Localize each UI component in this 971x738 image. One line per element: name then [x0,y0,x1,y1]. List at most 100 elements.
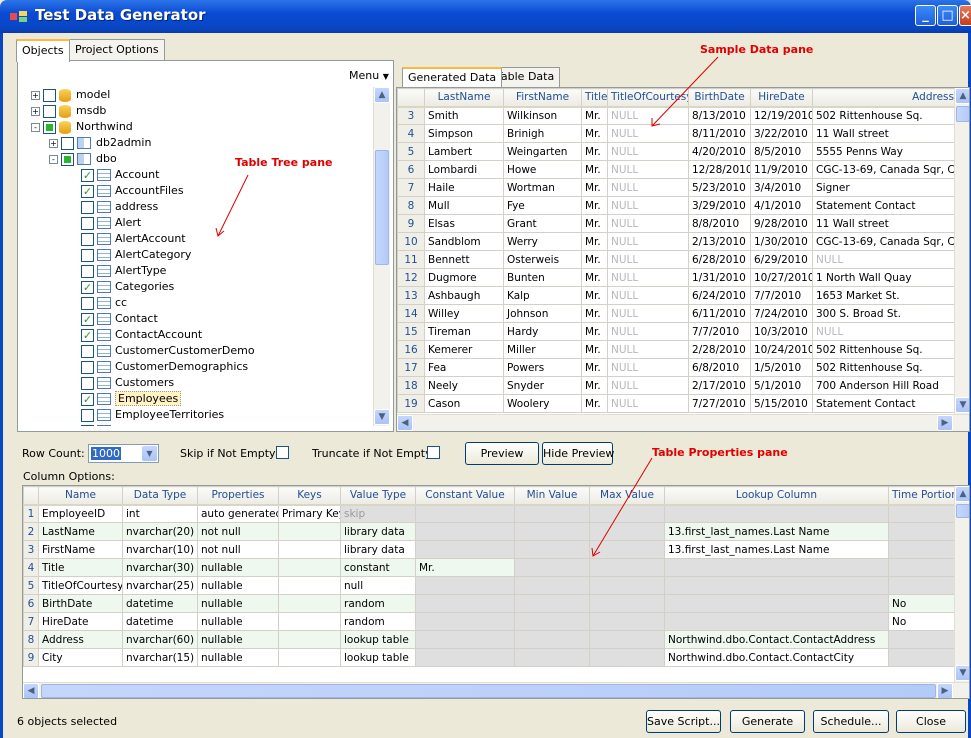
table-cell[interactable] [888,504,955,523]
tree-checkbox[interactable]: ✓ [81,328,94,342]
table-cell[interactable]: BirthDate [38,594,123,613]
table-cell[interactable]: Bennett [424,250,504,269]
table-row[interactable]: 7 HireDate datetime nullable random No [23,612,955,631]
table-cell[interactable]: Kemerer [424,340,504,359]
table-cell[interactable]: 5/23/2010 [688,178,751,197]
truncate-if-not-empty-checkbox[interactable] [427,446,440,459]
table-cell[interactable]: NULL [812,322,958,341]
tab-generated-data[interactable]: Generated Data [402,67,503,87]
table-cell[interactable]: Address [38,630,123,649]
chevron-down-icon[interactable]: ▼ [142,446,157,461]
table-row[interactable]: 16 Kemerer Miller Mr. NULL 2/28/2010 10/24/201… [397,340,958,359]
table-cell[interactable]: lookup table [340,648,416,667]
table-cell[interactable]: Mr. [581,358,608,377]
table-cell[interactable] [664,504,889,523]
table-cell[interactable]: Title [38,558,123,577]
table-cell[interactable]: Mr. [581,160,608,179]
table-cell[interactable] [888,558,955,577]
table-cell[interactable] [278,594,341,613]
tree-item[interactable]: EmployeeTerritories [81,407,224,423]
table-cell[interactable]: Mr. [581,142,608,161]
table-cell[interactable]: lookup table [340,630,416,649]
tree-checkbox[interactable] [61,136,74,150]
table-cell[interactable]: Mr. [581,304,608,323]
tree-checkbox[interactable] [61,152,74,166]
table-cell[interactable] [664,612,889,631]
table-row[interactable]: 7 Haile Wortman Mr. NULL 5/23/2010 3/4/2010 Sig… [397,178,958,197]
table-cell[interactable] [278,648,341,667]
expand-icon[interactable]: + [49,138,58,148]
tree-checkbox[interactable] [43,120,56,134]
tree-item[interactable]: CustomerCustomerDemo [81,343,255,359]
table-cell[interactable]: HireDate [38,612,123,631]
preview-button[interactable]: Preview [465,442,539,465]
tree-checkbox[interactable] [81,232,94,246]
table-cell[interactable]: Mr. [581,124,608,143]
column-header[interactable]: Max Value [589,486,665,506]
tree-item[interactable]: + msdb [31,103,106,119]
table-cell[interactable]: CGC-13-69, Canada Sqr, Ca [812,160,958,179]
scroll-up-icon[interactable]: ▲ [374,87,390,103]
table-row[interactable]: 6 Lombardi Howe Mr. NULL 12/28/2010 11/9/2010 C… [397,160,958,179]
table-cell[interactable]: NULL [607,322,689,341]
table-cell[interactable]: NULL [607,250,689,269]
minimize-button[interactable]: _ [915,5,936,26]
scroll-down-icon[interactable]: ▼ [955,665,969,681]
table-cell[interactable] [514,576,590,595]
table-cell[interactable]: NULL [607,160,689,179]
table-cell[interactable] [278,630,341,649]
table-cell[interactable]: 11/9/2010 [750,160,813,179]
table-cell[interactable] [278,576,341,595]
table-row[interactable]: 1 EmployeeID int auto generated Primary Key s… [23,504,955,523]
expand-icon[interactable]: + [31,106,40,116]
table-row[interactable]: 18 Neely Snyder Mr. NULL 2/17/2010 5/1/2010 700… [397,376,958,395]
tree-checkbox[interactable] [43,88,56,102]
tree-item[interactable]: CustomerDemographics [81,359,248,375]
table-cell[interactable]: 502 Rittenhouse Sq. [812,106,958,125]
column-header[interactable]: Title [581,88,608,108]
tree-checkbox[interactable] [81,344,94,358]
table-cell[interactable]: CGC-13-69, Canada Sqr, Ca [812,232,958,251]
table-cell[interactable] [514,630,590,649]
skip-if-not-empty-checkbox[interactable] [276,446,289,459]
column-header[interactable]: Address [812,88,958,108]
tree-item[interactable]: FK_Table [81,423,163,426]
table-cell[interactable]: EmployeeID [38,504,123,523]
table-cell[interactable]: 502 Rittenhouse Sq. [812,340,958,359]
table-cell[interactable]: nullable [197,558,279,577]
column-header[interactable]: Value Type [340,486,416,506]
table-cell[interactable]: 9/28/2010 [750,214,813,233]
save-script-button[interactable]: Save Script... [646,710,721,733]
tree-item[interactable]: AlertType [81,263,166,279]
table-cell[interactable]: Sandblom [424,232,504,251]
table-cell[interactable]: nullable [197,612,279,631]
table-cell[interactable] [589,630,665,649]
table-cell[interactable] [589,576,665,595]
scroll-down-icon[interactable]: ▼ [955,397,969,413]
table-cell[interactable]: NULL [607,178,689,197]
collapse-icon[interactable]: - [31,122,40,132]
table-cell[interactable]: Howe [503,160,582,179]
table-cell[interactable] [888,540,955,559]
tree-checkbox[interactable]: ✓ [81,184,94,198]
table-cell[interactable]: Statement Contact [812,394,958,413]
table-cell[interactable] [278,522,341,541]
table-row[interactable]: 10 Sandblom Werry Mr. NULL 2/13/2010 1/30/2010… [397,232,958,251]
table-cell[interactable]: Cason [424,394,504,413]
table-row[interactable]: 11 Bennett Osterweis Mr. NULL 6/28/2010 6/29/2… [397,250,958,269]
table-cell[interactable]: Grant [503,214,582,233]
table-cell[interactable]: 5/1/2010 [750,376,813,395]
table-cell[interactable]: 6/24/2010 [688,286,751,305]
table-cell[interactable]: Dugmore [424,268,504,287]
table-cell[interactable]: 2/17/2010 [688,376,751,395]
table-cell[interactable]: 1/31/2010 [688,268,751,287]
table-cell[interactable] [415,504,515,523]
table-cell[interactable]: 6/29/2010 [750,250,813,269]
table-cell[interactable]: random [340,594,416,613]
table-cell[interactable]: 7/7/2010 [750,286,813,305]
table-cell[interactable] [278,612,341,631]
table-cell[interactable]: NULL [607,304,689,323]
table-cell[interactable]: Fye [503,196,582,215]
table-row[interactable]: 14 Willey Johnson Mr. NULL 6/11/2010 7/24/2010… [397,304,958,323]
scroll-right-icon[interactable]: ▶ [937,683,953,698]
